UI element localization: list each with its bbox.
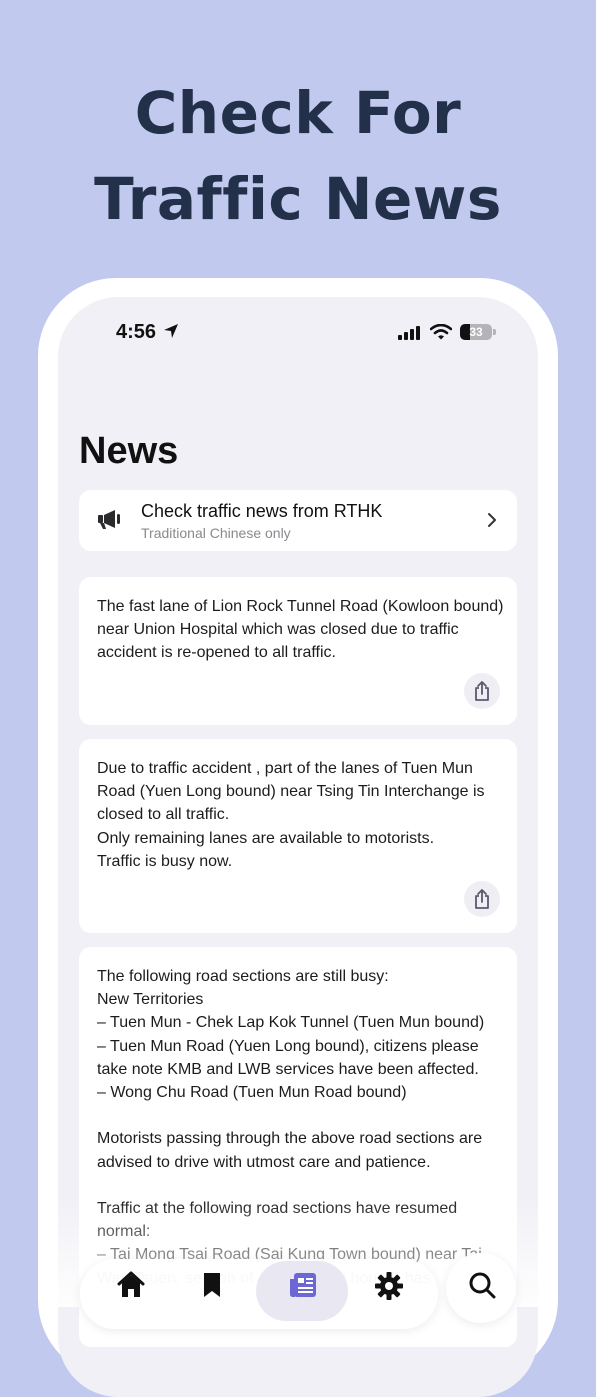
gear-icon [375,1272,403,1300]
share-icon [475,889,489,909]
chevron-right-icon [487,512,497,533]
news-icon [290,1273,316,1297]
cellular-signal-icon [398,326,420,345]
news-card: The fast lane of Lion Rock Tunnel Road (… [79,577,517,725]
location-arrow-icon [163,323,179,344]
phone-screen: 4:56 33 News Check traffic news from RTH… [58,297,538,1397]
wifi-icon [429,323,453,345]
promo-headline-line2: Traffic News [94,165,502,233]
search-icon [469,1272,496,1299]
page-title: News [79,430,179,472]
status-bar: 4:56 33 [58,297,538,367]
rthk-link-title: Check traffic news from RTHK [141,501,383,521]
tab-home[interactable] [100,1267,160,1317]
tab-news[interactable] [272,1267,332,1317]
tab-bookmarks[interactable] [185,1267,245,1317]
home-icon [117,1271,145,1297]
share-icon [475,681,489,701]
news-text: The fast lane of Lion Rock Tunnel Road (… [97,598,504,662]
tab-settings[interactable] [358,1267,418,1317]
megaphone-icon [97,508,121,535]
search-button[interactable] [446,1253,516,1323]
share-button[interactable] [464,881,500,917]
battery-icon: 33 [460,324,492,340]
promo-headline-line1: Check For [134,79,462,147]
rthk-link-subtitle: Traditional Chinese only [141,525,291,541]
bookmark-icon [204,1273,220,1297]
tab-bar [80,1259,438,1329]
promo-headline: Check For Traffic News [0,70,596,242]
share-button[interactable] [464,673,500,709]
news-card: Due to traffic accident , part of the la… [79,739,517,933]
battery-level: 33 [469,325,483,339]
status-time: 4:56 [116,321,157,343]
news-text: Due to traffic accident , part of the la… [97,760,485,870]
rthk-news-link[interactable]: Check traffic news from RTHK Traditional… [79,490,517,551]
